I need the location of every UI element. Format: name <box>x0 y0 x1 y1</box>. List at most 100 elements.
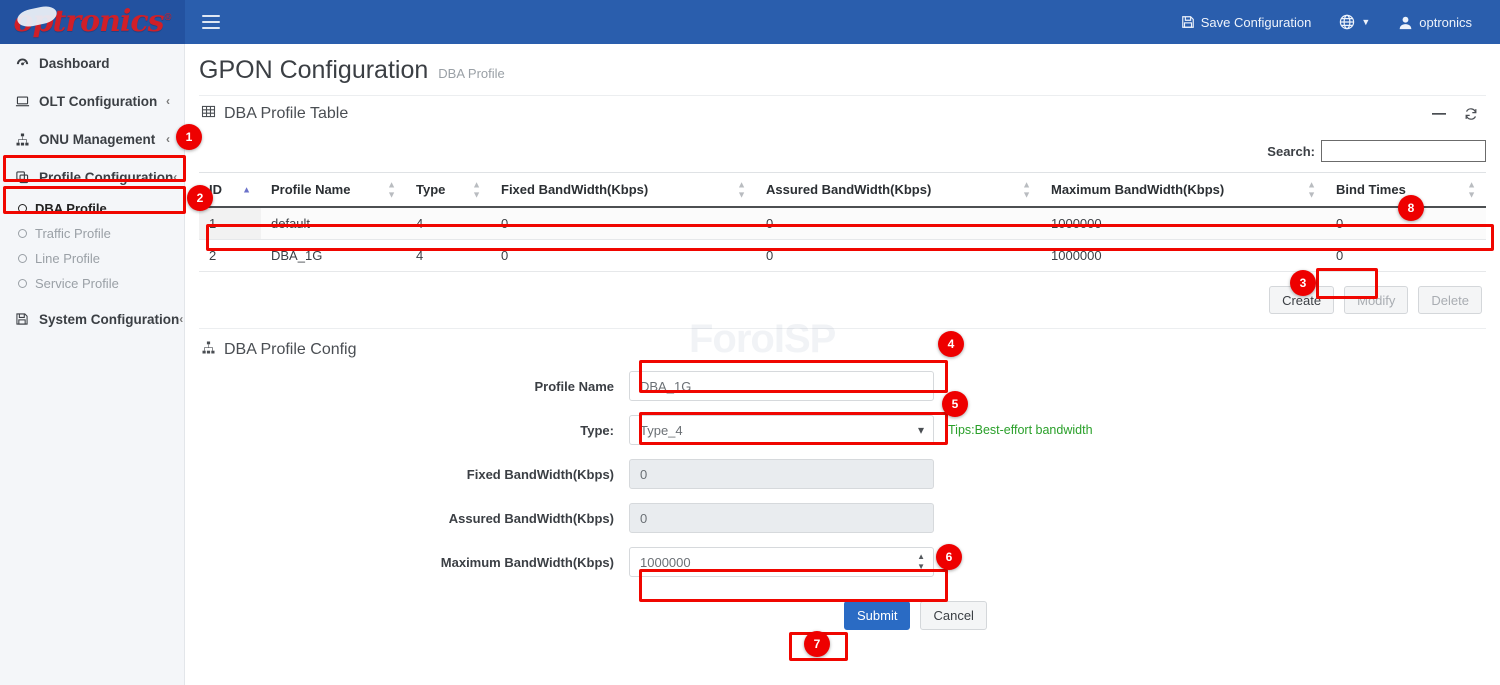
brand-logo[interactable]: optronics® <box>0 0 185 44</box>
cell-fixed-bandwidth: 0 <box>491 240 756 272</box>
save-icon <box>15 312 35 326</box>
column-label: Maximum BandWidth(Kbps) <box>1051 182 1224 197</box>
top-bar-right-group: Save Configuration ▼ optronics <box>1167 0 1500 44</box>
submit-button[interactable]: Submit <box>844 601 910 630</box>
cancel-button[interactable]: Cancel <box>920 601 986 630</box>
column-header-type[interactable]: Type ▲▼ <box>406 173 491 208</box>
sidebar-item-traffic-profile[interactable]: Traffic Profile <box>0 221 184 246</box>
sidebar-item-dba-profile[interactable]: DBA Profile <box>0 196 184 221</box>
hamburger-line <box>202 27 220 29</box>
chevron-down-icon: ▼ <box>1361 17 1370 27</box>
save-configuration-label: Save Configuration <box>1201 15 1312 30</box>
sidebar-item-olt-configuration[interactable]: OLT Configuration ‹ <box>0 82 184 120</box>
sidebar-item-system-configuration[interactable]: System Configuration ‹ <box>0 300 184 338</box>
maximum-bandwidth-label: Maximum BandWidth(Kbps) <box>199 555 629 570</box>
sidebar-item-label: Dashboard <box>35 56 170 71</box>
sidebar-item-profile-configuration[interactable]: Profile Configuration ‹ <box>0 158 184 196</box>
breadcrumb: DBA Profile <box>438 66 504 81</box>
cell-id: 1 <box>199 207 261 240</box>
column-header-maximum-bandwidth[interactable]: Maximum BandWidth(Kbps) ▲▼ <box>1041 173 1326 208</box>
cell-type: 4 <box>406 240 491 272</box>
save-configuration-button[interactable]: Save Configuration <box>1167 0 1326 44</box>
sidebar-item-line-profile[interactable]: Line Profile <box>0 246 184 271</box>
form-row-profile-name: Profile Name DBA_1G <box>199 371 1486 401</box>
table-row[interactable]: 1 default 4 0 0 1000000 0 <box>199 207 1486 240</box>
type-select[interactable]: Type_4 <box>629 415 934 445</box>
form-row-assured-bandwidth: Assured BandWidth(Kbps) 0 <box>199 503 1486 533</box>
column-header-bind-times[interactable]: Bind Times ▲▼ <box>1326 173 1486 208</box>
cell-id: 2 <box>199 240 261 272</box>
laptop-icon <box>15 94 35 109</box>
save-icon <box>1181 15 1195 29</box>
modify-button[interactable]: Modify <box>1344 286 1408 314</box>
sidebar-item-label: Profile Configuration <box>35 170 173 185</box>
cell-bind-times: 0 <box>1326 207 1486 240</box>
sidebar-item-onu-management[interactable]: ONU Management ‹ <box>0 120 184 158</box>
assured-bandwidth-input: 0 <box>629 503 934 533</box>
table-panel-tools <box>1432 107 1484 121</box>
form-action-buttons: Submit Cancel <box>199 601 1486 630</box>
sidebar-item-service-profile[interactable]: Service Profile <box>0 271 184 296</box>
search-input[interactable] <box>1321 140 1486 162</box>
cell-assured-bandwidth: 0 <box>756 240 1041 272</box>
cell-fixed-bandwidth: 0 <box>491 207 756 240</box>
cell-maximum-bandwidth: 1000000 <box>1041 240 1326 272</box>
table-panel-title-group: DBA Profile Table <box>201 104 348 124</box>
table-row[interactable]: 2 DBA_1G 4 0 0 1000000 0 <box>199 240 1486 272</box>
refresh-icon[interactable] <box>1464 107 1478 121</box>
minus-icon[interactable] <box>1432 112 1446 116</box>
sidebar-navigation: Dashboard OLT Configuration ‹ ONU Manage… <box>0 44 185 685</box>
delete-button[interactable]: Delete <box>1418 286 1482 314</box>
table-panel-header: DBA Profile Table <box>199 96 1486 132</box>
profile-name-control: DBA_1G <box>629 371 934 401</box>
clone-icon <box>15 170 35 185</box>
dba-profile-table: ID ▲ Profile Name ▲▼ Type ▲▼ Fixed Ban <box>199 172 1486 272</box>
form-row-fixed-bandwidth: Fixed BandWidth(Kbps) 0 <box>199 459 1486 489</box>
sitemap-icon <box>15 132 35 147</box>
cell-assured-bandwidth: 0 <box>756 207 1041 240</box>
chevron-left-icon: ‹ <box>166 132 170 146</box>
user-name-label: optronics <box>1419 15 1472 30</box>
user-menu[interactable]: optronics <box>1384 0 1486 44</box>
registered-trademark-icon: ® <box>164 13 172 23</box>
number-stepper-icon[interactable]: ▲▼ <box>917 553 925 571</box>
hamburger-line <box>202 15 220 17</box>
column-header-profile-name[interactable]: Profile Name ▲▼ <box>261 173 406 208</box>
create-button[interactable]: Create <box>1269 286 1334 314</box>
sitemap-icon <box>201 340 216 360</box>
sort-icon: ▲▼ <box>472 180 481 199</box>
sort-icon: ▲ <box>242 185 251 194</box>
profile-name-input[interactable]: DBA_1G <box>629 371 934 401</box>
sidebar-item-label: ONU Management <box>35 132 166 147</box>
column-label: Bind Times <box>1336 182 1406 197</box>
dba-profile-table-panel: DBA Profile Table Search: <box>199 95 1486 328</box>
config-panel-title: DBA Profile Config <box>224 341 357 359</box>
language-selector[interactable]: ▼ <box>1325 0 1384 44</box>
profile-name-label: Profile Name <box>199 379 629 394</box>
sidebar-subitem-label: Service Profile <box>31 276 119 291</box>
type-label: Type: <box>199 423 629 438</box>
circle-icon <box>13 279 31 288</box>
column-header-id[interactable]: ID ▲ <box>199 173 261 208</box>
search-label: Search: <box>1267 144 1315 159</box>
cell-type: 4 <box>406 207 491 240</box>
table-icon <box>201 104 216 124</box>
column-header-assured-bandwidth[interactable]: Assured BandWidth(Kbps) ▲▼ <box>756 173 1041 208</box>
chevron-left-icon: ‹ <box>173 170 177 184</box>
menu-toggle-icon[interactable] <box>202 11 224 33</box>
cell-profile-name: DBA_1G <box>261 240 406 272</box>
column-header-fixed-bandwidth[interactable]: Fixed BandWidth(Kbps) ▲▼ <box>491 173 756 208</box>
cell-bind-times: 0 <box>1326 240 1486 272</box>
fixed-bandwidth-input: 0 <box>629 459 934 489</box>
sort-icon: ▲▼ <box>1467 180 1476 199</box>
application-window: optronics® Save Configuration <box>0 0 1500 685</box>
dashboard-icon <box>15 56 35 71</box>
circle-icon <box>13 204 31 213</box>
column-label: Profile Name <box>271 182 350 197</box>
hamburger-line <box>202 21 220 23</box>
form-row-maximum-bandwidth: Maximum BandWidth(Kbps) 1000000 ▲▼ <box>199 547 1486 577</box>
maximum-bandwidth-input[interactable]: 1000000 <box>629 547 934 577</box>
form-row-type: Type: Type_4 ▾ Tips:Best-effort bandwidt… <box>199 415 1486 445</box>
sidebar-item-dashboard[interactable]: Dashboard <box>0 44 184 82</box>
table-body: 1 default 4 0 0 1000000 0 2 DBA_1G 4 0 0 <box>199 207 1486 272</box>
